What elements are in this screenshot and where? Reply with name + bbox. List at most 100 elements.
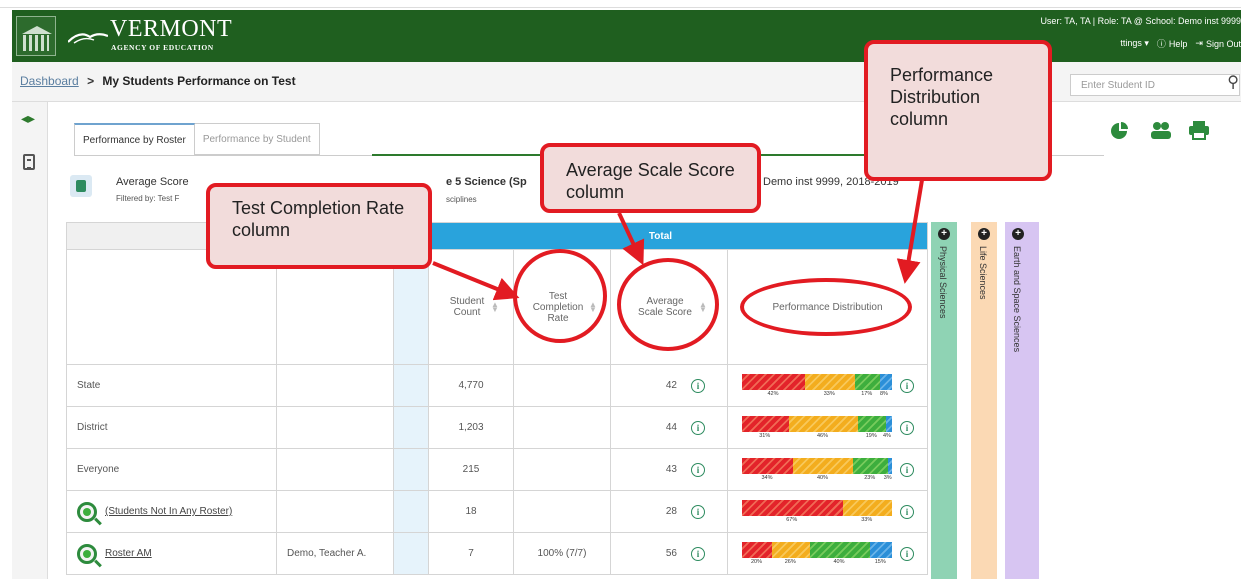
info-icon[interactable]: i [900,546,914,561]
distribution-segment [887,457,892,474]
header-menu: ttings ▾ ⓘ Help ⇥ Sign Out [1120,37,1241,50]
info-icon[interactable]: i [691,420,705,435]
mountain-logo-icon [68,33,108,44]
chart-icon[interactable] [1108,119,1132,141]
search-icon[interactable]: ⚲ [1227,72,1239,92]
table-row: Everyone 215 43 i 34% 40% 23% 3% i [66,448,928,491]
distribution-segment [809,541,870,558]
settings-menu[interactable]: ttings ▾ [1120,37,1149,50]
sign-out-icon: ⇥ [1195,38,1203,48]
segment-label: 33% [823,390,835,397]
app-header: VERMONT AGENCY OF EDUCATION User: TA, TA… [12,10,1241,62]
average-score-cell: 44 i [610,406,728,449]
summary-filter-value: sciplines [446,195,477,204]
distribution-segment [742,499,843,516]
roster-cell: Everyone [66,448,277,491]
print-icon[interactable] [1187,119,1211,141]
page-title: My Students Performance on Test [102,74,296,88]
teacher-cell [276,364,394,407]
performance-distribution-cell: 67% 33% i [727,490,928,533]
completion-rate-cell [513,490,611,533]
roster-link[interactable]: (Students Not In Any Roster) [77,501,266,522]
segment-label: 67% [786,516,798,523]
distribution-segment [853,457,888,474]
info-icon[interactable]: i [691,546,705,561]
expand-strip-cell [393,364,429,407]
tab-performance-by-student[interactable]: Performance by Student [194,123,320,155]
breadcrumb-separator: > [87,74,95,88]
roster-cell: Roster AM [66,532,277,575]
performance-distribution-cell: 20% 26% 40% 15% i [727,532,928,575]
segment-label: 34% [761,474,773,481]
callout-average-scale-score: Average Scale Score column [540,143,761,213]
performance-distribution-cell: 42% 33% 17% 8% i [727,364,928,407]
table-row: District 1,203 44 i 31% 46% 19% 4% i [66,406,928,449]
distribution-segment [857,415,886,432]
student-count-cell: 18 [428,490,514,533]
average-score-value: 43 [665,464,677,475]
expand-plus-icon[interactable]: + [938,228,950,240]
roster-cell: State [66,364,277,407]
distribution-segment [793,457,853,474]
segment-label: 42% [767,390,779,397]
sign-out-link[interactable]: ⇥ Sign Out [1195,37,1241,50]
student-count-cell: 4,770 [428,364,514,407]
teacher-cell [276,406,394,449]
teacher-cell [276,448,394,491]
distribution-bar[interactable]: 42% 33% 17% 8% [742,373,892,398]
segment-label: 46% [817,432,829,439]
capitol-logo-icon [16,16,56,56]
info-icon[interactable]: i [900,462,914,477]
segment-label: 15% [874,558,886,565]
student-count-header[interactable]: Student Count▲ ▼ [428,249,514,365]
distribution-segment [742,415,789,432]
user-role-info: User: TA, TA | Role: TA @ School: Demo i… [1040,16,1241,26]
average-score-cell: 43 i [610,448,728,491]
roster-link[interactable]: Roster AM [77,543,266,564]
info-icon[interactable]: i [900,504,914,519]
distribution-segment [788,415,858,432]
distribution-segment [842,499,892,516]
segment-label: 19% [865,432,877,439]
segment-label: 26% [784,558,796,565]
info-icon[interactable]: i [691,378,705,393]
performance-distribution-cell: 34% 40% 23% 3% i [727,448,928,491]
info-icon[interactable]: i [691,462,705,477]
students-icon[interactable] [1149,119,1173,141]
completion-rate-cell: 100% (7/7) [513,532,611,575]
clipboard-icon[interactable] [23,154,35,170]
callout-performance-distribution: Performance Distribution column [864,40,1052,181]
student-id-input[interactable]: Enter Student ID [1070,74,1240,96]
discipline-column-life-sciences[interactable]: + Life Sciences [971,222,997,579]
magnifier-icon[interactable] [77,501,97,522]
tab-performance-by-roster[interactable]: Performance by Roster [74,123,195,156]
breadcrumb-dashboard-link[interactable]: Dashboard [20,74,79,88]
expand-plus-icon[interactable]: + [1012,228,1024,240]
discipline-column-physical-sciences[interactable]: + Physical Sciences [931,222,957,579]
left-rail: ◂▸ [12,102,48,579]
distribution-bar[interactable]: 20% 26% 40% 15% [742,541,892,566]
completion-rate-cell [513,364,611,407]
distribution-bar[interactable]: 31% 46% 19% 4% [742,415,892,440]
segment-label: 3% [883,474,892,481]
completion-rate-cell [513,448,611,491]
info-icon[interactable]: i [900,378,914,393]
summary-test-name: e 5 Science (Sp [446,176,527,188]
sort-icon[interactable]: ▲ ▼ [491,301,499,314]
discipline-column-earth-space-sciences[interactable]: + Earth and Space Sciences [1005,222,1039,579]
student-count-cell: 215 [428,448,514,491]
roster-cell: (Students Not In Any Roster) [66,490,277,533]
info-icon[interactable]: i [900,420,914,435]
segment-label: 4% [883,432,891,439]
segment-label: 33% [861,516,873,523]
distribution-bar[interactable]: 67% 33% [742,499,892,524]
expand-plus-icon[interactable]: + [978,228,990,240]
info-icon[interactable]: i [691,504,705,519]
distribution-bar[interactable]: 34% 40% 23% 3% [742,457,892,482]
expand-collapse-icon[interactable]: ◂▸ [21,110,35,127]
magnifier-icon[interactable] [77,543,97,564]
help-link[interactable]: ⓘ Help [1157,37,1188,50]
distribution-segment [869,541,892,558]
segment-label: 40% [817,474,829,481]
distribution-segment [742,373,805,390]
